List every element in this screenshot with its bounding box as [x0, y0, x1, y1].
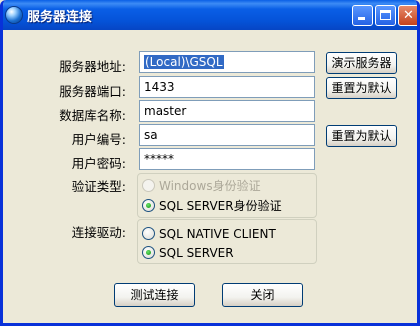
window-title: 服务器连接	[27, 10, 93, 25]
connection-dialog: 服务器连接 ✕ 服务器地址: (Local)\GSQL 演示服务器 服务器端口:…	[0, 0, 420, 326]
auth-type-group: Windows身份验证 SQL SERVER身份验证	[137, 173, 317, 218]
server-port-value: 1433	[144, 80, 175, 94]
reset-user-default-button[interactable]: 重置为默认	[326, 125, 397, 147]
server-address-value: (Local)\GSQL	[144, 55, 224, 69]
close-window-button[interactable]: ✕	[398, 5, 417, 26]
database-name-input[interactable]: master	[139, 100, 315, 122]
minimize-icon	[358, 17, 365, 20]
close-icon: ✕	[403, 8, 414, 23]
auth-sqlserver-label: SQL SERVER身份验证	[159, 199, 282, 213]
driver-label: 连接驱动:	[71, 225, 126, 240]
reset-port-default-button[interactable]: 重置为默认	[326, 77, 397, 99]
database-name-value: master	[144, 104, 187, 118]
server-port-label: 服务器端口:	[59, 84, 126, 99]
driver-group: SQL NATIVE CLIENT SQL SERVER	[137, 219, 317, 264]
title-bar[interactable]: 服务器连接 ✕	[3, 0, 417, 30]
app-globe-icon	[6, 7, 22, 23]
minimize-button[interactable]	[352, 5, 373, 26]
password-input[interactable]: *****	[139, 148, 315, 170]
server-address-label: 服务器地址:	[59, 59, 126, 74]
driver-native-client-label: SQL NATIVE CLIENT	[159, 227, 276, 241]
user-id-value: sa	[144, 128, 158, 142]
radio-unchecked-icon	[142, 179, 155, 192]
maximize-button[interactable]	[375, 5, 396, 26]
server-port-input[interactable]: 1433	[139, 76, 315, 98]
auth-windows-label: Windows身份验证	[159, 179, 261, 193]
auth-type-label: 验证类型:	[71, 179, 126, 194]
password-label: 用户密码:	[71, 156, 126, 171]
radio-unchecked-icon	[142, 227, 155, 240]
server-address-input[interactable]: (Local)\GSQL	[139, 51, 315, 73]
user-id-label: 用户编号:	[71, 132, 126, 147]
test-connection-button[interactable]: 测试连接	[114, 283, 195, 307]
password-value: *****	[144, 152, 174, 166]
radio-checked-icon	[142, 199, 155, 212]
driver-sqlserver-label: SQL SERVER	[159, 246, 234, 260]
show-servers-button[interactable]: 演示服务器	[326, 52, 397, 74]
close-button[interactable]: 关闭	[222, 283, 303, 307]
database-name-label: 数据库名称:	[59, 108, 126, 123]
radio-checked-icon	[142, 246, 155, 259]
maximize-icon	[380, 10, 391, 20]
user-id-input[interactable]: sa	[139, 124, 315, 146]
